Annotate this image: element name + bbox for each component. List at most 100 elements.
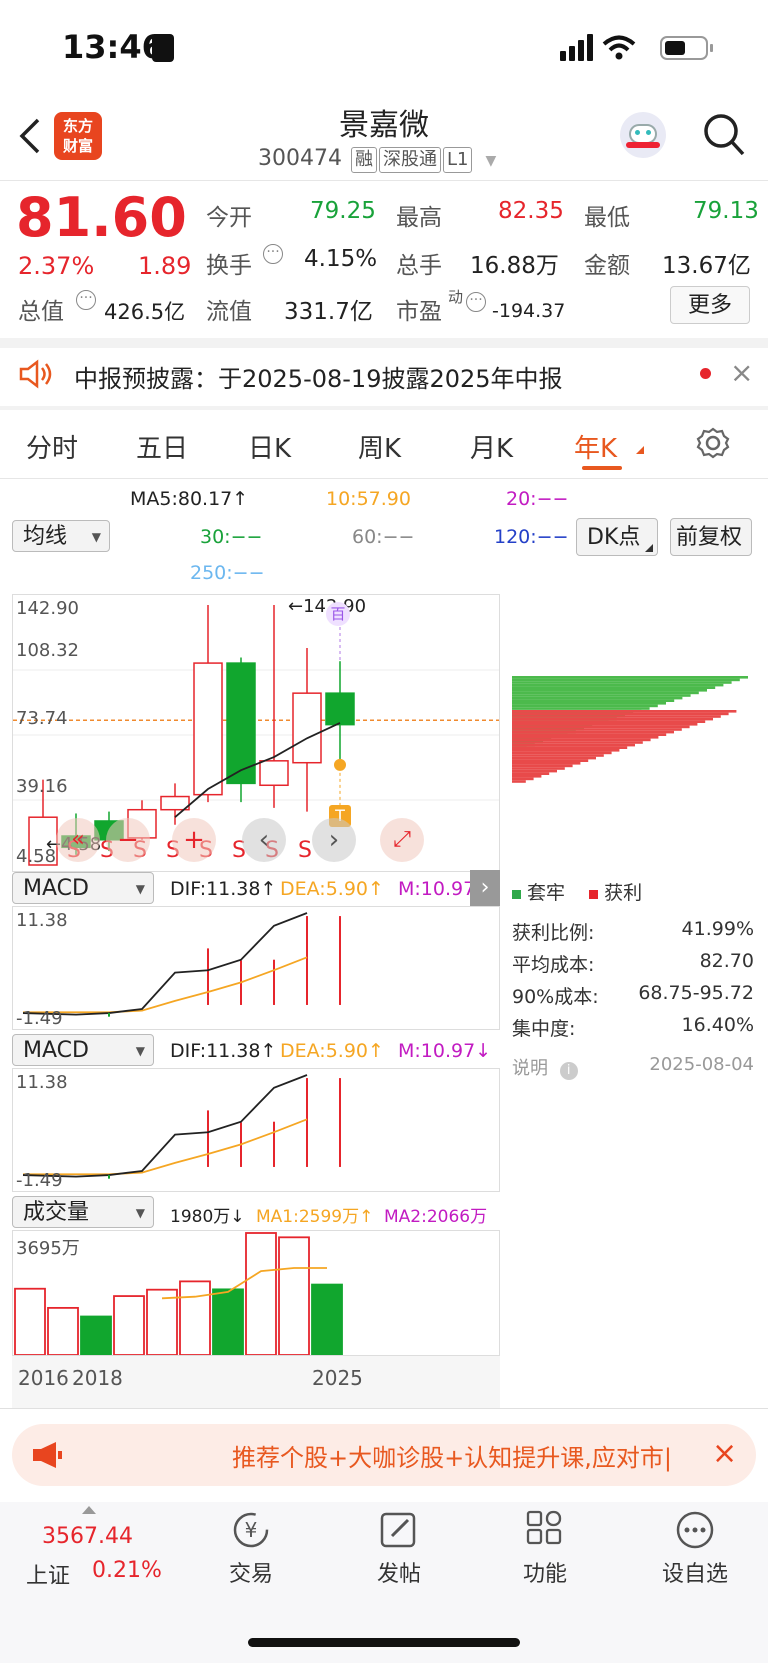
baidu-marker[interactable]: 百 (326, 602, 350, 626)
ma250-value: 250:−− (190, 562, 265, 584)
cost-label: 90%成本: (512, 986, 599, 1008)
open-label: 今开 (206, 205, 252, 231)
macd-m: M:10.97↓ (398, 1040, 492, 1062)
notice-text[interactable]: 中报预披露：于2025-08-19披露2025年中报 (74, 359, 563, 394)
x-label: 2025 (312, 1366, 363, 1390)
zoom-in-icon[interactable]: + (172, 818, 216, 862)
macd-select[interactable]: MACD ▼ (12, 1034, 154, 1066)
amount-value: 13.67亿 (662, 253, 751, 279)
section-gap (0, 338, 768, 348)
volume-bar (245, 1232, 277, 1355)
cost-bar-profit (512, 733, 667, 736)
zoom-out-icon[interactable]: − (106, 818, 150, 862)
scroll-right-icon[interactable]: › (312, 818, 356, 862)
x-label: 2016 (18, 1366, 69, 1390)
caret-down-icon: ▼ (91, 530, 101, 544)
cost-bar-trapped (512, 686, 716, 689)
cost-bar-trapped (512, 691, 699, 695)
last-price: 81.60 (16, 186, 187, 249)
ma5-value: MA5:80.17↑ (130, 488, 249, 510)
more-dots-icon[interactable] (670, 1510, 720, 1550)
yen-exchange-icon[interactable]: ¥ (226, 1510, 276, 1550)
scroll-left-icon[interactable]: ‹ (242, 818, 286, 862)
volume-bar (80, 1315, 112, 1355)
cost-bar-profit (512, 756, 596, 760)
cost-bar-profit (512, 730, 674, 734)
tab-daily[interactable]: 日K (248, 428, 291, 465)
caret-down-icon: ▼ (135, 882, 145, 896)
nav-watchlist-label[interactable]: 设自选 (658, 1556, 732, 1588)
grid-apps-icon[interactable] (520, 1510, 570, 1550)
index-value[interactable]: 3567.44 (42, 1524, 133, 1549)
macd-y-bottom: -1.49 (16, 1170, 63, 1191)
t-marker-dot (334, 758, 346, 771)
ma120-value: 120:−− (494, 526, 569, 548)
volume-bar (179, 1280, 211, 1355)
close-icon[interactable]: × (730, 356, 753, 389)
gear-icon[interactable] (696, 426, 730, 460)
cost-bar-profit (512, 723, 698, 726)
nav-post-label[interactable]: 发帖 (374, 1556, 424, 1588)
cost-bar-profit (512, 775, 542, 778)
info-dots-icon[interactable]: ··· (263, 244, 283, 264)
expand-panel-icon[interactable]: › (470, 870, 500, 906)
megaphone-icon (33, 1442, 62, 1468)
tab-weekly[interactable]: 周K (358, 428, 401, 465)
total-mv-label: 总值 (18, 299, 64, 325)
volume-bar (47, 1306, 79, 1355)
cost-note-row[interactable]: 说明 i (512, 1054, 578, 1080)
cost-bar-trapped (512, 676, 748, 679)
edit-post-icon[interactable] (374, 1510, 424, 1550)
cost-label: 集中度: (512, 1018, 576, 1040)
turnover-value: 4.15% (304, 246, 378, 272)
pe-value: -194.37 (492, 300, 566, 322)
close-icon[interactable]: × (712, 1436, 737, 1471)
cost-bar-profit (512, 746, 628, 749)
info-dots-icon[interactable]: ··· (466, 292, 486, 312)
macd-select[interactable]: MACD ▼ (12, 872, 154, 904)
ad-text[interactable]: 推荐个股+大咖诊股+认知提升课,应对市| (232, 1438, 672, 1473)
legend-trapped: 套牢 (527, 882, 566, 904)
cost-bar-profit (512, 715, 721, 718)
macd-chart[interactable] (12, 1068, 500, 1192)
legend-swatch-trapped (512, 890, 521, 899)
cost-value: 41.99% (681, 918, 754, 940)
battery-tip (710, 44, 713, 52)
legend-swatch-profit (589, 890, 599, 899)
index-name[interactable]: 上证 (26, 1558, 70, 1590)
nav-function-label[interactable]: 功能 (520, 1556, 570, 1588)
nav-trade-label[interactable]: 交易 (226, 1556, 276, 1588)
cost-label: 获利比例: (512, 922, 595, 944)
cost-bar-profit (512, 772, 550, 775)
search-icon[interactable] (702, 112, 746, 158)
candle-body (259, 760, 289, 787)
adjust-button[interactable]: 前复权 (670, 518, 752, 556)
fullscreen-icon[interactable]: ⤢ (380, 818, 424, 862)
index-change[interactable]: 0.21% (92, 1558, 162, 1583)
s-marker: S (298, 838, 312, 863)
dropdown-caret-icon[interactable]: ▼ (485, 153, 496, 169)
cost-legend: 套牢 获利 (512, 878, 642, 905)
cost-bar-profit (512, 759, 589, 762)
volume-bar (14, 1287, 46, 1355)
dk-point-button[interactable]: DK点 (576, 518, 658, 556)
tab-monthly[interactable]: 月K (470, 428, 513, 465)
macd-chart[interactable] (12, 906, 500, 1030)
info-dots-icon[interactable]: ··· (76, 290, 96, 310)
robot-avatar-icon[interactable] (620, 112, 666, 158)
cost-bar-profit (512, 743, 635, 747)
volume-chart[interactable] (12, 1230, 500, 1356)
more-button[interactable]: 更多 (670, 286, 750, 324)
wifi-icon (602, 35, 636, 60)
tab-yearly[interactable]: 年K (574, 428, 617, 465)
tab-intraday[interactable]: 分时 (26, 428, 78, 465)
volume-select[interactable]: 成交量 ▼ (12, 1196, 154, 1228)
ma-select[interactable]: 均线 ▼ (12, 520, 110, 552)
cost-bar-profit (512, 754, 604, 757)
kline-y-label: 39.16 (16, 776, 68, 797)
high-label: 最高 (396, 205, 442, 231)
id-card-icon (152, 34, 174, 62)
cost-bar-trapped (512, 707, 650, 710)
tab-5day[interactable]: 五日 (136, 428, 188, 465)
rewind-icon[interactable]: « (56, 818, 100, 862)
